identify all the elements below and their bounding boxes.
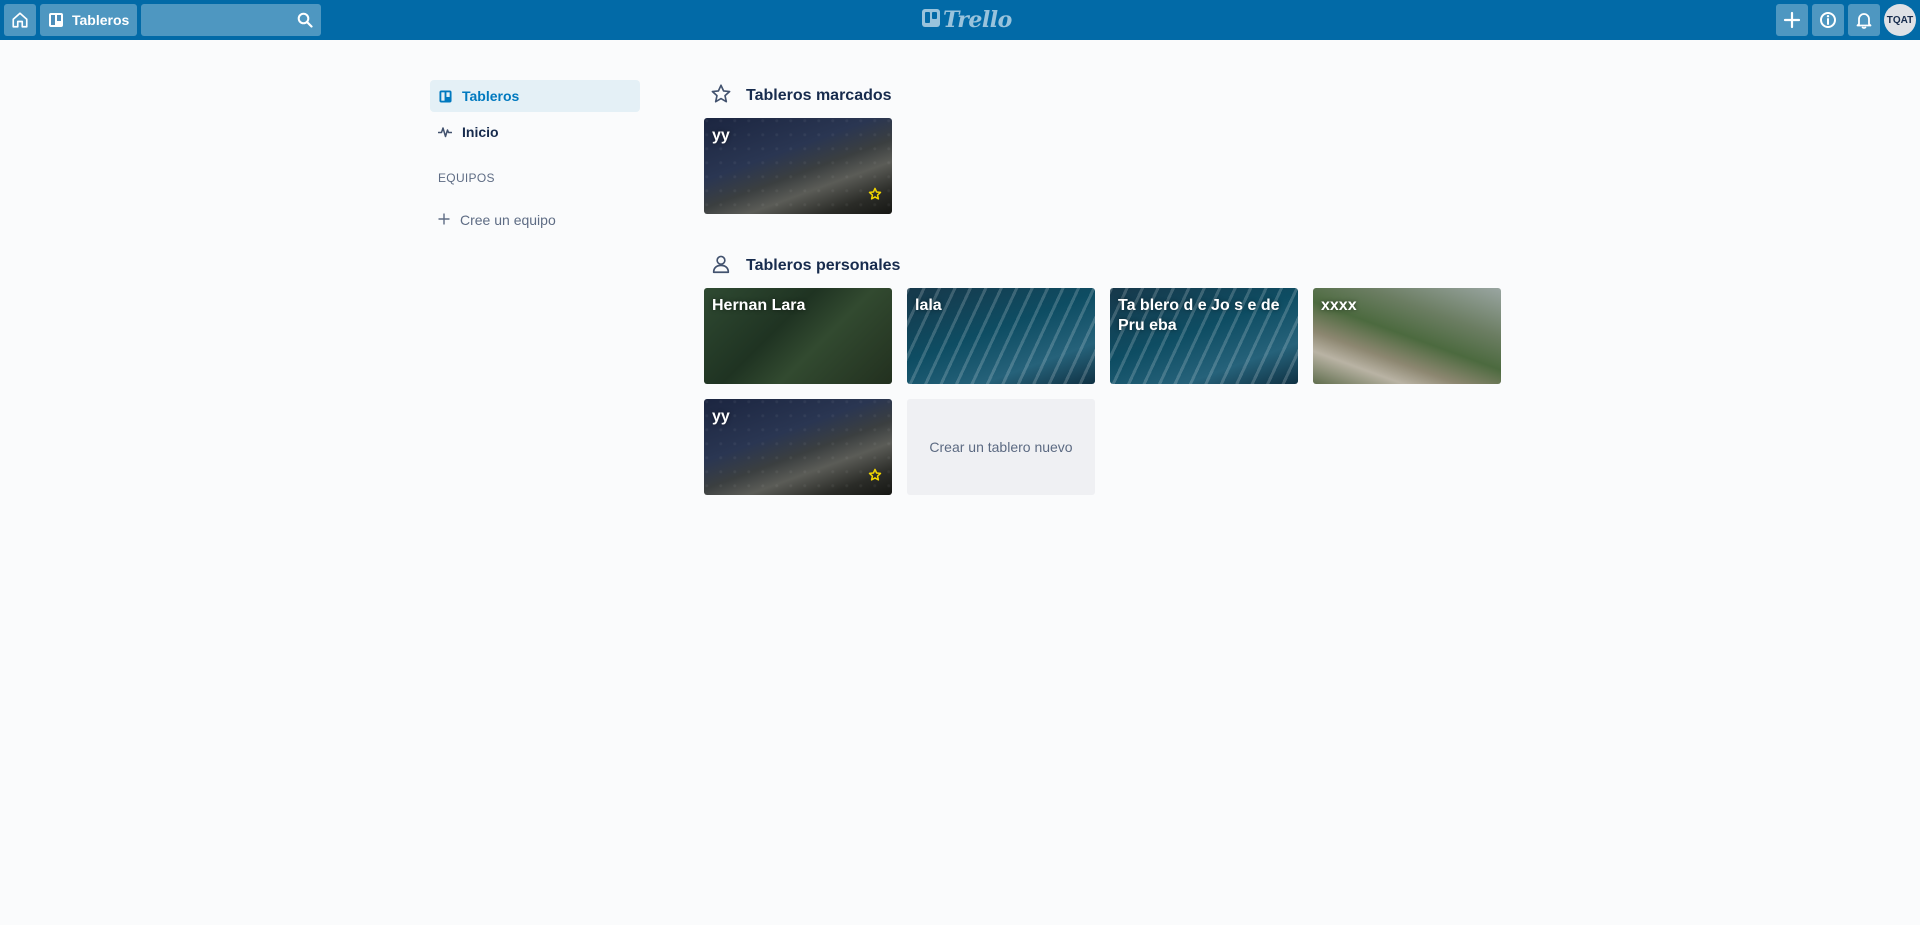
- boards-button[interactable]: Tableros: [40, 4, 137, 36]
- board-tile[interactable]: xxxx: [1313, 288, 1501, 384]
- top-bar: Tableros Trello TQAT: [0, 0, 1920, 40]
- plus-icon: [438, 212, 450, 228]
- board-title: lala: [915, 297, 942, 314]
- sidebar-item-label: Tableros: [462, 88, 520, 104]
- sidebar-item-home[interactable]: Inicio: [430, 116, 640, 148]
- search-input[interactable]: [141, 4, 321, 36]
- board-icon: [438, 89, 452, 103]
- star-icon[interactable]: [868, 468, 882, 487]
- board-tile[interactable]: Ta blero d e Jo s e de Pru eba: [1110, 288, 1298, 384]
- search-icon[interactable]: [297, 12, 313, 33]
- personal-boards-header: Tableros personales: [704, 250, 1524, 282]
- starred-boards-header: Tableros marcados: [704, 80, 1524, 112]
- section-title: Tableros marcados: [746, 87, 892, 104]
- info-icon: [1819, 11, 1837, 29]
- trello-logo[interactable]: Trello: [922, 7, 1012, 33]
- create-board-label: Crear un tablero nuevo: [929, 439, 1073, 455]
- home-button[interactable]: [4, 4, 36, 36]
- home-icon: [11, 11, 29, 29]
- sidebar-item-boards[interactable]: Tableros: [430, 80, 640, 112]
- board-title: Ta blero d e Jo s e de Pru eba: [1118, 297, 1280, 334]
- trello-logo-text: Trello: [943, 7, 1012, 33]
- plus-icon: [1783, 11, 1801, 29]
- sidebar: Tableros Inicio EQUIPOS Cree un equipo: [430, 80, 640, 236]
- section-title: Tableros personales: [746, 257, 901, 274]
- starred-boards-grid: yy: [704, 118, 1524, 214]
- boards-button-label: Tableros: [72, 12, 130, 28]
- board-title: xxxx: [1321, 297, 1357, 314]
- board-title: Hernan Lara: [712, 297, 806, 314]
- create-board-tile[interactable]: Crear un tablero nuevo: [907, 399, 1095, 495]
- teams-section-title: EQUIPOS: [438, 171, 495, 185]
- trello-logo-icon: [922, 8, 940, 32]
- bell-icon: [1855, 11, 1873, 29]
- main-content: Tableros marcados yy Tableros personales…: [704, 80, 1524, 495]
- board-icon: [48, 12, 64, 28]
- board-title: yy: [712, 127, 730, 144]
- person-icon: [710, 253, 732, 280]
- board-tile[interactable]: Hernan Lara: [704, 288, 892, 384]
- info-button[interactable]: [1812, 4, 1844, 36]
- sidebar-item-label: Inicio: [462, 124, 499, 140]
- board-tile[interactable]: yy: [704, 399, 892, 495]
- board-tile[interactable]: yy: [704, 118, 892, 214]
- create-team-button[interactable]: Cree un equipo: [430, 204, 640, 236]
- board-tile[interactable]: lala: [907, 288, 1095, 384]
- star-outline-icon: [710, 83, 732, 110]
- activity-icon: [438, 126, 452, 138]
- create-button[interactable]: [1776, 4, 1808, 36]
- avatar[interactable]: TQAT: [1884, 4, 1916, 36]
- notifications-button[interactable]: [1848, 4, 1880, 36]
- personal-boards-grid: Hernan Lara lala Ta blero d e Jo s e de …: [704, 288, 1524, 495]
- board-title: yy: [712, 408, 730, 425]
- search-box[interactable]: [141, 4, 321, 36]
- star-icon[interactable]: [868, 187, 882, 206]
- create-team-label: Cree un equipo: [460, 212, 556, 228]
